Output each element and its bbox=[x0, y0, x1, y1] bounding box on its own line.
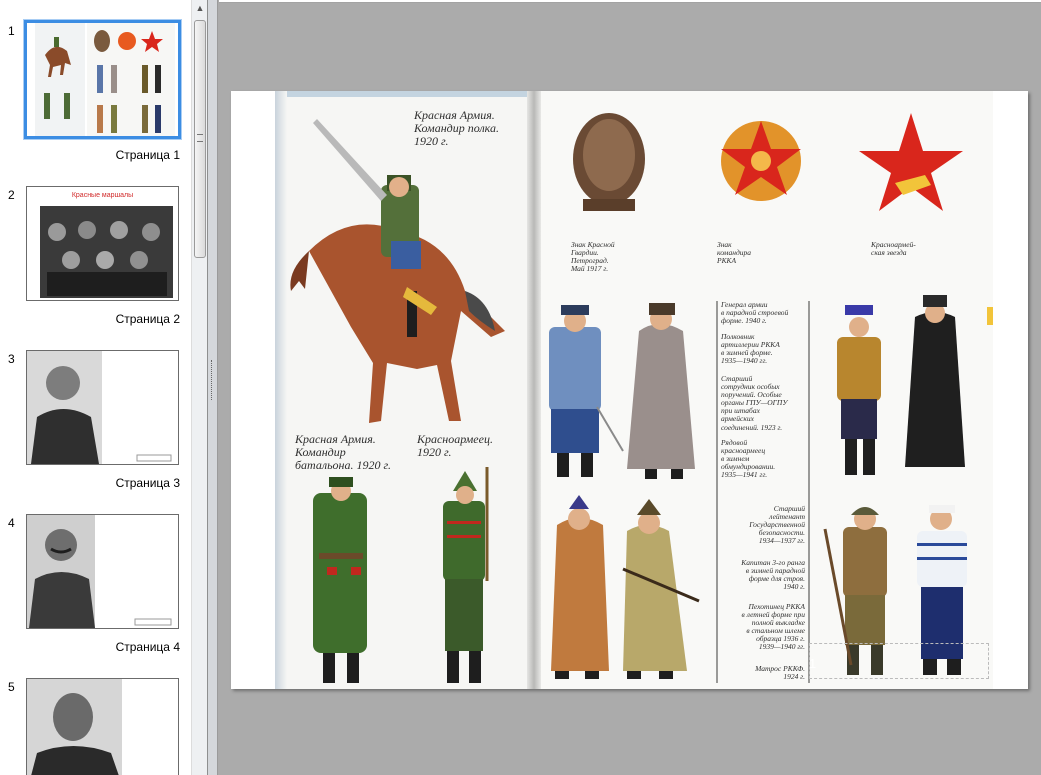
thumbnail-scrollbar[interactable]: ▲ bbox=[191, 0, 207, 775]
senior-lieutenant-illustration bbox=[551, 495, 609, 679]
caption-infantryman: Пехотинец РККА в летней форме при полной… bbox=[741, 602, 805, 652]
caption-sailor: Матрос РККФ. 1924 г. bbox=[755, 664, 805, 682]
slide-label: Страница 2 bbox=[115, 312, 180, 326]
slide-preview[interactable] bbox=[26, 678, 179, 775]
red-star-illustration bbox=[859, 113, 963, 211]
slide-5-portrait bbox=[27, 679, 122, 775]
slide-label: Страница 3 bbox=[115, 476, 180, 490]
slide-preview[interactable] bbox=[26, 514, 179, 629]
slide-preview[interactable] bbox=[26, 350, 179, 465]
caption-senior-officer: Старший сотрудник особых поручений. Особ… bbox=[721, 374, 788, 432]
splitter-grip-icon bbox=[211, 360, 214, 400]
caption-captain-third-rank: Капитан 3-го ранга в зимней парадной фор… bbox=[741, 558, 805, 592]
badge-red-guard-illustration bbox=[573, 113, 645, 211]
caption-red-army-soldier: Красноармеец. 1920 г. bbox=[417, 432, 493, 459]
slide-3-portrait bbox=[27, 351, 172, 464]
slide-preview[interactable]: Красные маршалы bbox=[26, 186, 179, 301]
badge-commander-illustration bbox=[721, 121, 801, 201]
caption-commander-battalion: Красная Армия. Командир батальона. 1920 … bbox=[295, 432, 392, 472]
scroll-up-arrow-icon[interactable]: ▲ bbox=[193, 1, 207, 15]
caption-private-winter: Рядовой красноармеец в зимнем обмундиров… bbox=[721, 438, 776, 480]
slide-number: 1 bbox=[8, 24, 15, 38]
slide-page-number: 1 bbox=[809, 656, 817, 671]
uniform-illustrations bbox=[290, 113, 967, 683]
battalion-commander-illustration bbox=[313, 477, 367, 683]
scrollbar-grip-icon bbox=[197, 134, 203, 142]
caption-colonel-artillery: Полковник артиллерии РККА в зимней форме… bbox=[721, 332, 780, 366]
window-top-border bbox=[219, 0, 1041, 3]
red-army-soldier-illustration bbox=[443, 467, 489, 683]
caption-badge-red-guard: Знак Красной Гвардии. Петроград. Май 191… bbox=[571, 240, 615, 274]
caption-badge-commander: Знак командира РККА bbox=[717, 240, 751, 266]
senior-officer-illustration bbox=[837, 305, 881, 475]
slide-preview[interactable] bbox=[24, 20, 181, 139]
caption-commander-regiment: Красная Армия. Командир полка. 1920 г. bbox=[414, 108, 499, 148]
slide-label: Страница 4 bbox=[115, 640, 180, 654]
slide-label: Страница 1 bbox=[115, 148, 180, 162]
slide-2-title: Красные маршалы bbox=[71, 192, 134, 199]
general-army-illustration bbox=[549, 305, 624, 477]
scrollbar-thumb[interactable] bbox=[194, 20, 206, 258]
caption-general-army: Генерал армии в парадной строевой форме.… bbox=[721, 300, 789, 326]
slide-number: 2 bbox=[8, 188, 15, 202]
page-marker bbox=[987, 307, 993, 325]
private-winter-illustration bbox=[905, 295, 965, 467]
panel-splitter[interactable] bbox=[208, 0, 218, 775]
slide-number: 4 bbox=[8, 516, 15, 530]
cavalry-commander-illustration bbox=[290, 119, 505, 423]
slide-1-preview-image bbox=[27, 23, 178, 136]
slide-4-portrait bbox=[27, 515, 172, 628]
slide-number: 3 bbox=[8, 352, 15, 366]
slides-thumbnail-panel: 1 Страница 1 2 Красные маршалы Страница … bbox=[0, 0, 208, 775]
caption-senior-lieutenant: Старший лейтенант Государственной безопа… bbox=[749, 504, 805, 546]
slide-2-photo bbox=[40, 206, 173, 298]
slide-canvas[interactable]: Красная Армия. Командир полка. 1920 г. К… bbox=[231, 91, 1028, 689]
caption-red-star: Красноармей- ская звезда bbox=[871, 240, 916, 258]
captain-third-rank-illustration bbox=[622, 499, 700, 679]
colonel-artillery-illustration bbox=[627, 303, 695, 479]
placeholder-frame[interactable] bbox=[809, 643, 989, 679]
slide-number: 5 bbox=[8, 680, 15, 694]
